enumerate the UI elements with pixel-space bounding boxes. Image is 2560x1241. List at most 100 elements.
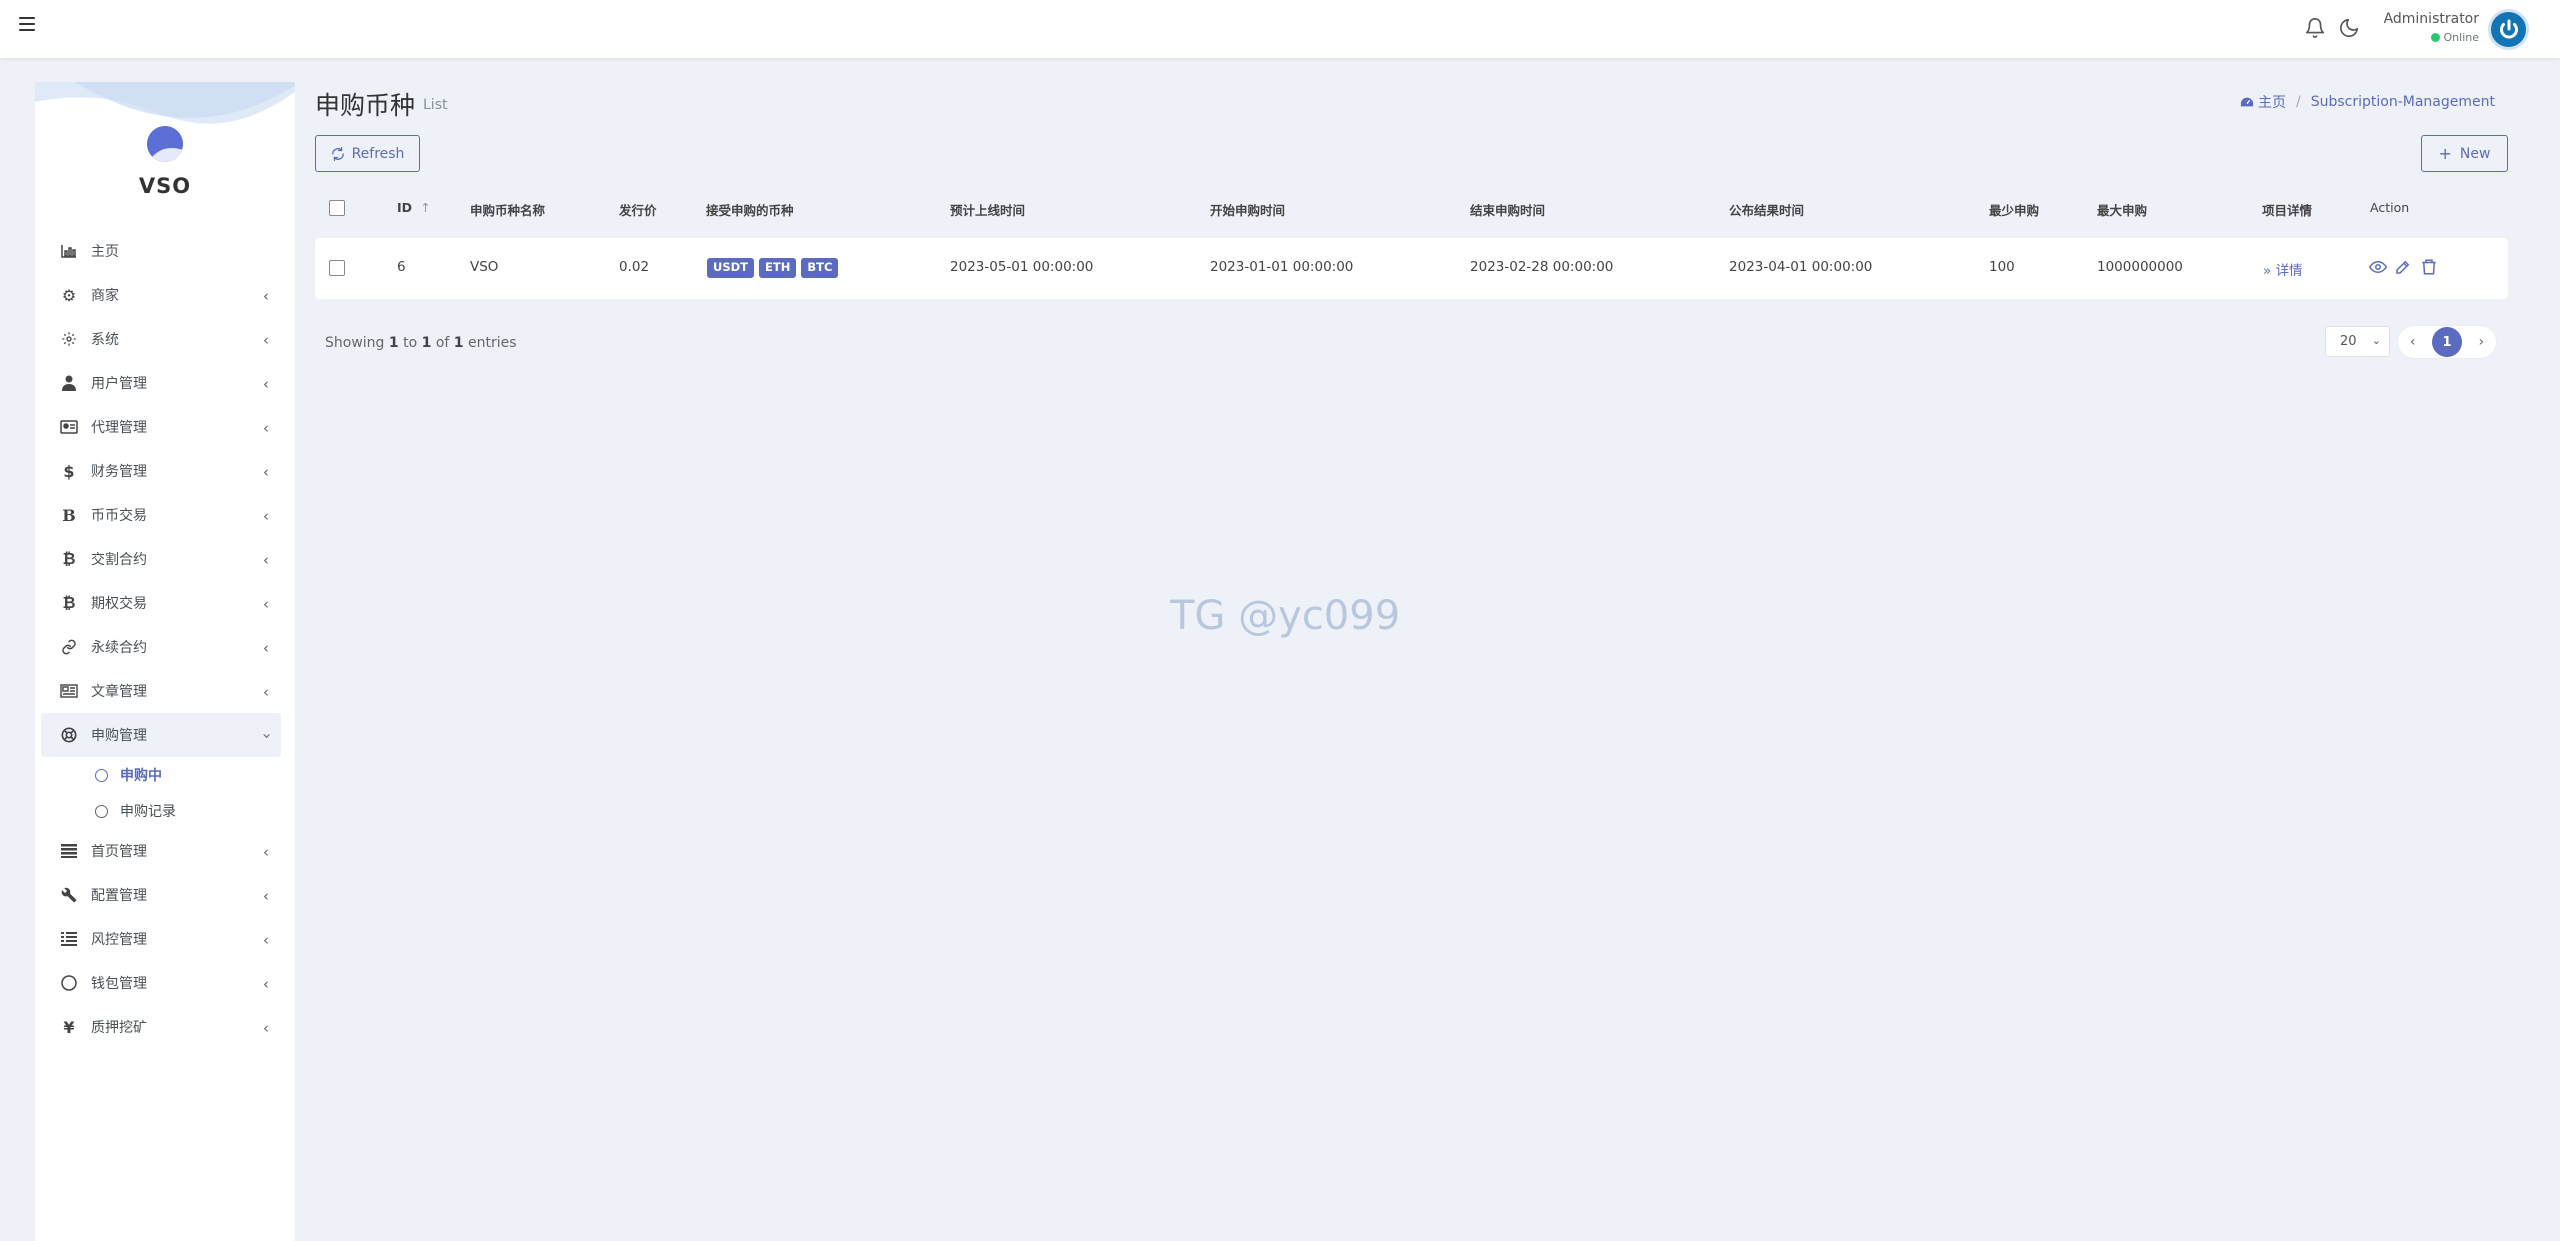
sidebar-subitem-subscribing[interactable]: 申购中 (41, 757, 281, 793)
sidebar-item-merchant[interactable]: ⚙ 商家 ‹ (41, 273, 281, 317)
sidebar-item-delivery-contract[interactable]: ₿ 交割合约 ‹ (41, 537, 281, 581)
sidebar-item-staking[interactable]: ¥ 质押挖矿 ‹ (41, 1005, 281, 1049)
bar-chart-icon (59, 242, 79, 260)
sidebar-item-wallet[interactable]: 钱包管理 ‹ (41, 961, 281, 1005)
sidebar-item-system[interactable]: 系统 ‹ (41, 317, 281, 361)
user-name[interactable]: Administrator (2384, 11, 2479, 27)
sidebar-item-label: 文章管理 (91, 684, 147, 700)
sidebar-item-finance[interactable]: $ 财务管理 ‹ (41, 449, 281, 493)
chevron-left-icon: ‹ (263, 419, 269, 437)
watermark: TG @yc099 (1170, 593, 1401, 639)
chevron-left-icon: ‹ (263, 463, 269, 481)
sidebar-item-label: 期权交易 (91, 596, 147, 612)
sidebar-item-label: 钱包管理 (91, 976, 147, 992)
page-subtitle: List (423, 97, 448, 113)
sidebar-item-label: 主页 (91, 244, 119, 260)
yen-icon: ¥ (63, 1017, 75, 1037)
dollar-icon: $ (63, 461, 75, 481)
gear-icon (59, 330, 79, 348)
b-letter-icon: B (62, 505, 76, 525)
detail-link[interactable]: » 详情 (2263, 259, 2303, 279)
sidebar-item-label: 商家 (91, 288, 119, 304)
column-header-result-time: 公布结果时间 (1729, 203, 1805, 218)
bell-icon[interactable] (2304, 17, 2326, 39)
circle-icon (95, 768, 108, 782)
page-size-select[interactable]: 20 ⌄ (2325, 326, 2390, 357)
sidebar-item-options[interactable]: ₿ 期权交易 ‹ (41, 581, 281, 625)
column-header-price: 发行价 (619, 203, 657, 218)
sidebar-item-agents[interactable]: 代理管理 ‹ (41, 405, 281, 449)
sidebar-item-home[interactable]: 主页 (41, 229, 281, 273)
column-header-name: 申购币种名称 (470, 203, 546, 218)
showing-entries: Showing 1 to 1 of 1 entries (325, 335, 517, 351)
sidebar-item-users[interactable]: 用户管理 ‹ (41, 361, 281, 405)
sidebar-item-articles[interactable]: 文章管理 ‹ (41, 669, 281, 713)
sidebar-item-risk-control[interactable]: 风控管理 ‹ (41, 917, 281, 961)
detail-link-label: 详情 (2275, 263, 2303, 279)
new-button[interactable]: + New (2421, 135, 2508, 172)
breadcrumb-separator: / (2296, 94, 2301, 110)
table-row: 6 VSO 0.02 USDT ETH BTC 2023-05-01 00:00:0… (315, 238, 2508, 299)
breadcrumb: 主页 / Subscription-Management (2240, 92, 2495, 112)
cell-price: 0.02 (619, 259, 650, 275)
chevron-down-icon: ⌄ (2371, 334, 2381, 347)
cell-end-time: 2023-02-28 00:00:00 (1470, 259, 1614, 275)
plus-icon: + (2438, 144, 2452, 163)
select-all-checkbox[interactable] (329, 200, 345, 216)
sort-arrow-icon: ↑ (420, 200, 431, 215)
column-header-start-time: 开始申购时间 (1210, 203, 1286, 218)
row-checkbox[interactable] (329, 260, 345, 276)
next-page-icon[interactable]: › (2471, 334, 2491, 350)
sidebar-subitem-label: 申购中 (120, 768, 162, 784)
view-eye-icon[interactable] (2369, 258, 2387, 276)
cell-start-time: 2023-01-01 00:00:00 (1210, 259, 1354, 275)
chevron-left-icon: ‹ (263, 375, 269, 393)
sidebar-item-subscription[interactable]: 申购管理 ‹ (41, 713, 281, 757)
sidebar-item-label: 质押挖矿 (91, 1020, 147, 1036)
moon-icon[interactable] (2338, 17, 2360, 39)
chevron-left-icon: ‹ (263, 931, 269, 949)
lifebuoy-icon (59, 726, 79, 744)
delete-trash-icon[interactable] (2420, 258, 2438, 276)
avatar[interactable] (2488, 9, 2529, 50)
column-header-id[interactable]: ID ↑ (397, 200, 431, 215)
user-status-label: Online (2443, 31, 2479, 44)
bitcoin-icon: ₿ (62, 549, 76, 568)
cell-accepted-coins: USDT ETH BTC (707, 258, 843, 278)
online-dot-icon (2430, 33, 2440, 42)
column-header-min: 最少申购 (1989, 203, 2040, 218)
sidebar-item-perpetual[interactable]: 永续合约 ‹ (41, 625, 281, 669)
logo-text: VSO (138, 174, 192, 198)
edit-pencil-icon[interactable] (2394, 258, 2412, 276)
cell-result-time: 2023-04-01 00:00:00 (1729, 259, 1873, 275)
cell-min: 100 (1989, 259, 2015, 275)
breadcrumb-current: Subscription-Management (2310, 94, 2495, 110)
prev-page-icon[interactable]: ‹ (2403, 334, 2423, 350)
sidebar-subitem-records[interactable]: 申购记录 (41, 793, 281, 829)
gears-icon: ⚙ (61, 285, 77, 305)
sidebar-item-spot-trading[interactable]: B 币币交易 ‹ (41, 493, 281, 537)
new-label: New (2459, 145, 2491, 162)
sidebar: VSO 主页 ⚙ 商家 ‹ 系统 ‹ 用户管理 ‹ 代理管理 ‹ $ 财务管理 (35, 82, 295, 1241)
sidebar-item-config[interactable]: 配置管理 ‹ (41, 873, 281, 917)
chevron-left-icon: ‹ (263, 1019, 269, 1037)
chevron-left-icon: ‹ (263, 843, 269, 861)
refresh-button[interactable]: Refresh (315, 135, 420, 172)
sidebar-item-label: 首页管理 (91, 844, 147, 860)
sidebar-item-label: 申购管理 (91, 728, 147, 744)
chevron-left-icon: ‹ (263, 639, 269, 657)
page-number-button[interactable]: 1 (2431, 327, 2462, 357)
table-header: ID ↑ 申购币种名称 发行价 接受申购的币种 预计上线时间 开始申购时间 结束… (315, 192, 2508, 228)
dashboard-icon (2240, 97, 2254, 107)
chevron-left-icon: ‹ (263, 507, 269, 525)
chevron-left-icon: ‹ (263, 551, 269, 569)
cell-max: 1000000000 (2097, 259, 2183, 275)
sidebar-item-label: 风控管理 (91, 932, 147, 948)
chevron-down-icon: ‹ (257, 733, 275, 739)
menu-toggle-icon[interactable] (19, 17, 35, 31)
user-icon (59, 374, 79, 392)
sidebar-item-homepage-management[interactable]: 首页管理 ‹ (41, 829, 281, 873)
sidebar-item-label: 永续合约 (91, 640, 147, 656)
cell-name: VSO (470, 259, 499, 275)
breadcrumb-home[interactable]: 主页 (2258, 92, 2286, 112)
